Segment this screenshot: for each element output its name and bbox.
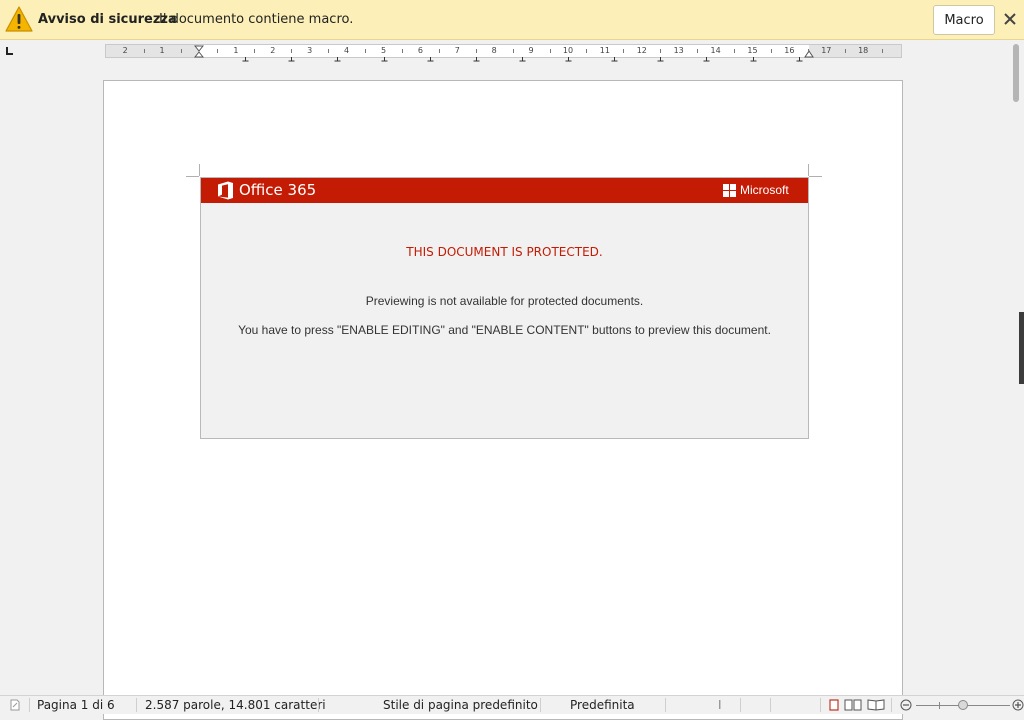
instruction-message: You have to press "ENABLE EDITING" and "… (238, 323, 771, 337)
embedded-image[interactable]: Office 365 Microsoft THIS DOCUMENT IS PR… (200, 177, 809, 439)
ruler-number: 9 (528, 46, 534, 55)
ruler-tick (881, 49, 883, 53)
book-view-icon[interactable] (867, 699, 885, 711)
tab-stop-icon (703, 57, 710, 62)
ruler-tick (697, 49, 699, 53)
security-infobar: Avviso di sicurezza Il documento contien… (0, 0, 1024, 40)
office365-banner: Office 365 Microsoft (201, 178, 808, 203)
ruler-tick (734, 49, 736, 53)
office-logo-icon (218, 181, 233, 200)
ruler-number: 10 (562, 46, 574, 55)
close-infobar-button[interactable] (999, 8, 1021, 30)
right-indent-marker-icon[interactable] (804, 50, 814, 58)
tab-stop-icon (242, 57, 249, 62)
protected-headline: THIS DOCUMENT IS PROTECTED. (406, 245, 603, 259)
tab-stop-icon (473, 57, 480, 62)
document-modified-icon[interactable] (9, 699, 21, 711)
ruler-tick (365, 49, 367, 53)
tab-stop-icon (796, 57, 803, 62)
page-style[interactable]: Stile di pagina predefinito (383, 698, 538, 713)
status-bar: Pagina 1 di 6 2.587 parole, 14.801 carat… (0, 695, 1024, 714)
tab-stop-icon (611, 57, 618, 62)
ruler-tick (586, 49, 588, 53)
ruler-tick (770, 49, 772, 53)
ruler-number: 3 (307, 46, 313, 55)
tab-type-icon[interactable] (6, 47, 14, 55)
tab-stop-icon (381, 57, 387, 62)
ruler-left-margin (106, 45, 199, 57)
ruler-tick (623, 49, 625, 53)
crop-mark (199, 164, 200, 176)
ruler-number: 11 (599, 46, 610, 55)
tab-stop-icon (565, 57, 572, 62)
ruler-tick (475, 49, 477, 53)
crop-mark (186, 176, 199, 177)
ruler-tick (180, 49, 182, 53)
zoom-slider-handle[interactable] (958, 700, 968, 710)
multi-page-view-icon[interactable] (844, 699, 862, 711)
zoom-slider-mark (939, 702, 940, 709)
tab-stop-icon (657, 57, 664, 62)
ruler-number: 5 (380, 46, 387, 55)
ruler-number: 16 (784, 46, 795, 55)
tab-stop-icon (519, 57, 526, 62)
tab-stop-icon (750, 57, 756, 62)
ruler-number: 14 (710, 46, 721, 55)
insert-mode[interactable]: I (718, 698, 722, 713)
infobar-message: Il documento contiene macro. (159, 12, 354, 27)
ruler-tick (438, 49, 440, 53)
ruler-number: 8 (491, 46, 497, 55)
warning-icon (5, 6, 33, 32)
ruler-number: 12 (636, 46, 647, 55)
single-page-view-icon[interactable] (829, 699, 839, 711)
crop-mark (809, 176, 822, 177)
ruler-number: 2 (122, 46, 128, 55)
tab-stop-icon (288, 57, 295, 62)
sidebar-toggle[interactable] (1019, 312, 1024, 384)
ruler-number: 2 (270, 46, 276, 55)
ruler-number: 17 (821, 46, 832, 55)
tab-stop-icon (427, 57, 434, 62)
ruler-number: 1 (233, 46, 239, 55)
preview-message: Previewing is not available for protecte… (365, 294, 644, 308)
zoom-out-icon[interactable] (900, 699, 912, 711)
indent-marker-icon[interactable] (194, 45, 204, 58)
ruler-tick (328, 49, 330, 53)
horizontal-ruler[interactable]: 2 1 1 2 3 4 5 6 7 8 9 10 11 12 13 14 15 16 17 18 (105, 44, 902, 62)
word-count[interactable]: 2.587 parole, 14.801 caratteri (145, 698, 326, 713)
scrollbar-thumb[interactable] (1013, 44, 1019, 102)
ruler-tick (660, 49, 662, 53)
infobar-title: Avviso di sicurezza (38, 12, 177, 27)
crop-mark (808, 164, 809, 176)
macro-button[interactable]: Macro (933, 5, 995, 35)
microsoft-label: Microsoft (740, 183, 789, 197)
ruler-area: 2 1 1 2 3 4 5 6 7 8 9 10 11 12 13 14 15 16 17 18 (0, 40, 1010, 62)
zoom-in-icon[interactable] (1012, 699, 1024, 711)
tab-stop-icon (334, 57, 341, 62)
office365-brand: Office 365 (239, 181, 317, 199)
ruler-number: 15 (747, 46, 758, 55)
ruler-tick (807, 49, 809, 53)
page-count[interactable]: Pagina 1 di 6 (37, 698, 115, 713)
ruler-number: 13 (673, 46, 684, 55)
ruler-number: 7 (454, 46, 460, 55)
ruler-number: 4 (344, 46, 350, 55)
ruler-tick (254, 49, 256, 53)
language-status[interactable]: Predefinita (570, 698, 635, 713)
close-icon (1004, 13, 1016, 25)
ruler-tick (291, 49, 293, 53)
ruler-number: 6 (417, 46, 423, 55)
ruler-tick (549, 49, 551, 53)
microsoft-logo-icon (723, 184, 736, 197)
ruler-tick (512, 49, 514, 53)
ruler-tick (143, 49, 145, 53)
ruler-tick (217, 49, 219, 53)
ruler-number: 1 (159, 46, 165, 55)
ruler-tick (401, 49, 403, 53)
ruler-tick (844, 49, 846, 53)
ruler-number: 18 (858, 46, 869, 55)
